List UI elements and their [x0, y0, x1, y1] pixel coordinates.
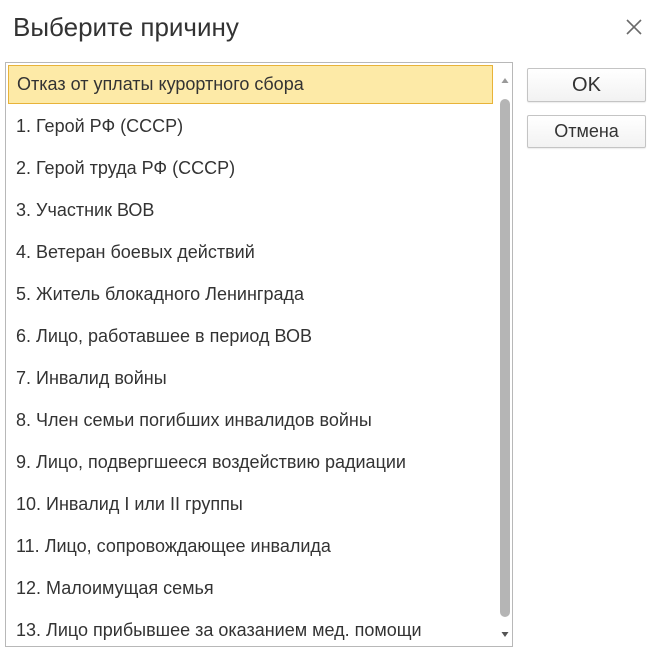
close-button[interactable]: [622, 15, 646, 39]
dialog-title: Выберите причину: [13, 12, 239, 42]
vertical-scrollbar[interactable]: [497, 63, 512, 646]
list-item[interactable]: 13. Лицо прибывшее за оказанием мед. пом…: [6, 609, 496, 646]
list-item[interactable]: 4. Ветеран боевых действий: [6, 231, 496, 273]
list-item[interactable]: 11. Лицо, сопровождающее инвалида: [6, 525, 496, 567]
list-item-selected[interactable]: Отказ от уплаты курортного сбора: [8, 65, 493, 104]
close-icon: [626, 19, 642, 35]
list-item[interactable]: 8. Член семьи погибших инвалидов войны: [6, 399, 496, 441]
list-item[interactable]: 12. Малоимущая семья: [6, 567, 496, 609]
scroll-thumb[interactable]: [500, 99, 510, 617]
reason-list[interactable]: Отказ от уплаты курортного сбора 1. Геро…: [5, 62, 513, 647]
list-item[interactable]: 7. Инвалид войны: [6, 357, 496, 399]
cancel-button[interactable]: Отмена: [527, 115, 646, 148]
list-item[interactable]: 6. Лицо, работавшее в период ВОВ: [6, 315, 496, 357]
list-item[interactable]: 1. Герой РФ (СССР): [6, 105, 496, 147]
list-item[interactable]: 9. Лицо, подвергшееся воздействию радиац…: [6, 441, 496, 483]
list-item[interactable]: 2. Герой труда РФ (СССР): [6, 147, 496, 189]
list-item[interactable]: 3. Участник ВОВ: [6, 189, 496, 231]
list-item[interactable]: 10. Инвалид I или II группы: [6, 483, 496, 525]
ok-button[interactable]: OK: [527, 68, 646, 102]
list-item[interactable]: 5. Житель блокадного Ленинграда: [6, 273, 496, 315]
choose-reason-dialog: Выберите причину Отказ от уплаты курортн…: [0, 0, 661, 655]
scroll-up-arrow-icon[interactable]: [500, 73, 510, 83]
reason-list-items: Отказ от уплаты курортного сбора 1. Геро…: [6, 63, 496, 646]
scroll-down-arrow-icon[interactable]: [500, 626, 510, 637]
